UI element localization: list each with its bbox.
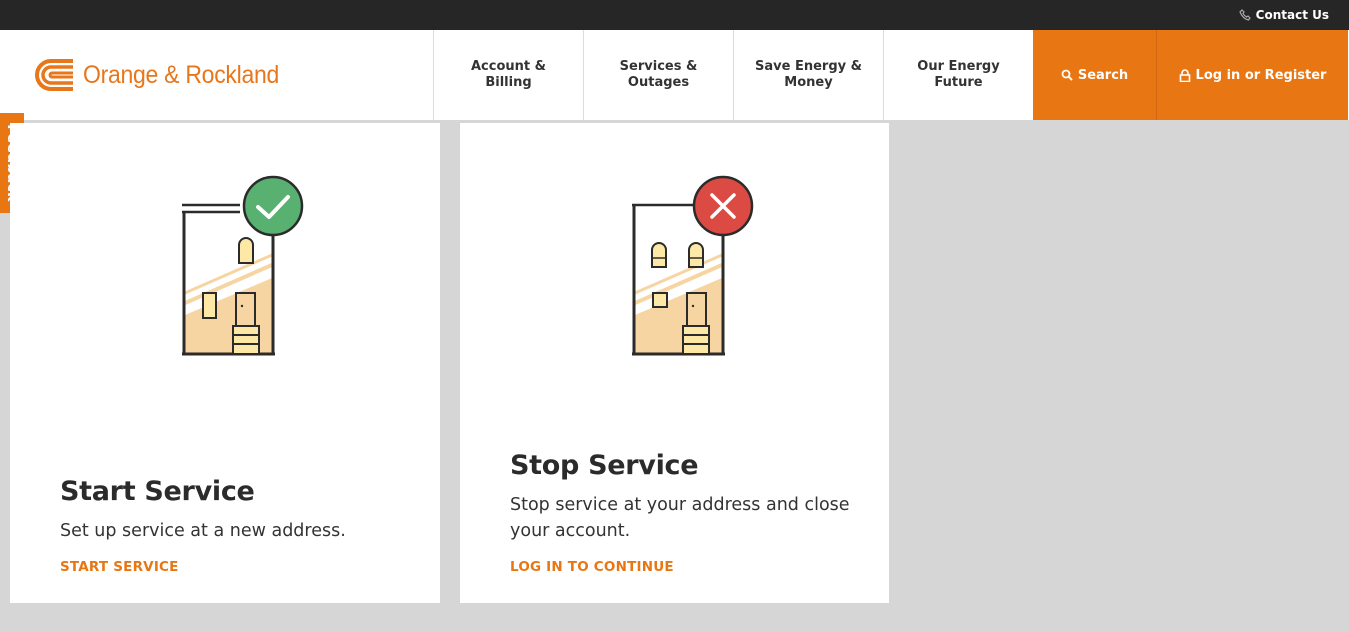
check-icon xyxy=(242,175,304,237)
main-nav: Account & Billing Services & Outages Sav… xyxy=(433,30,1348,120)
login-register-button[interactable]: Log in or Register xyxy=(1156,30,1348,120)
stop-service-card: Stop Service Stop service at your addres… xyxy=(460,123,889,603)
start-service-title: Start Service xyxy=(60,476,255,507)
search-label: Search xyxy=(1077,67,1129,83)
nav-save-energy-money[interactable]: Save Energy & Money xyxy=(733,30,883,120)
nav-item-label: Services & Outages xyxy=(619,59,698,90)
nav-item-label: Account & Billing xyxy=(471,59,546,90)
lock-icon xyxy=(1179,68,1190,82)
search-button[interactable]: Search xyxy=(1033,30,1156,120)
brand-name: Orange & Rockland xyxy=(83,60,280,89)
nav-our-energy-future[interactable]: Our Energy Future xyxy=(883,30,1033,120)
search-icon xyxy=(1061,69,1073,81)
contact-us-link[interactable]: Contact Us xyxy=(1238,0,1329,30)
utility-bar: Contact Us xyxy=(0,0,1349,30)
building-illustration xyxy=(182,175,304,356)
stop-service-description: Stop service at your address and close y… xyxy=(510,495,850,541)
building-illustration xyxy=(632,175,754,356)
start-service-description: Set up service at a new address. xyxy=(60,521,346,541)
nav-account-billing[interactable]: Account & Billing xyxy=(433,30,583,120)
start-service-link[interactable]: START SERVICE xyxy=(60,559,179,575)
site-header: Orange & Rockland Account & Billing Serv… xyxy=(0,30,1349,123)
contact-us-label: Contact Us xyxy=(1255,8,1329,22)
start-service-card: Start Service Set up service at a new ad… xyxy=(10,123,440,603)
nav-item-label: Save Energy & Money xyxy=(755,59,862,90)
login-to-continue-link[interactable]: LOG IN TO CONTINUE xyxy=(510,559,674,575)
stop-service-title: Stop Service xyxy=(510,450,699,481)
nav-item-label: Our Energy Future xyxy=(917,59,1000,90)
phone-icon xyxy=(1238,9,1251,21)
brand-logo[interactable]: Orange & Rockland xyxy=(33,54,296,96)
x-icon xyxy=(692,175,754,237)
orange-rockland-logo-icon xyxy=(35,59,73,91)
login-register-label: Log in or Register xyxy=(1195,67,1327,83)
nav-services-outages[interactable]: Services & Outages xyxy=(583,30,733,120)
